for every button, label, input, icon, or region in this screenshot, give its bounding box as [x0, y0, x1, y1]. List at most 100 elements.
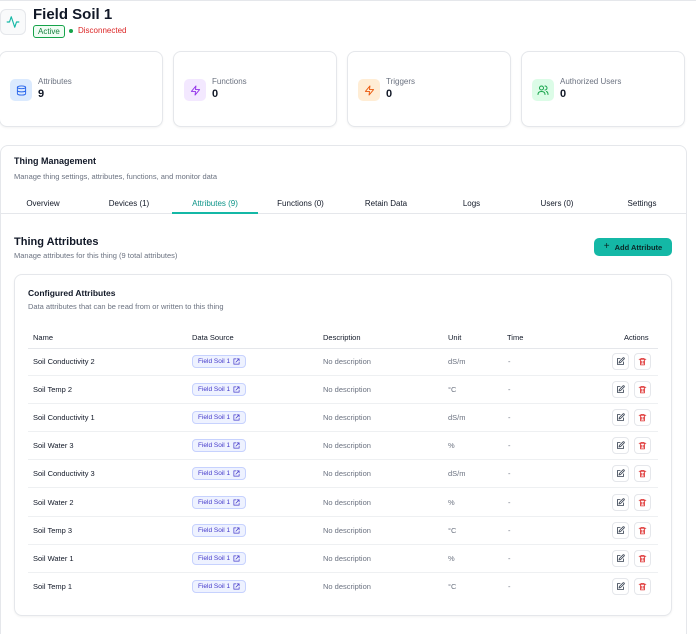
attribute-description: No description — [323, 497, 371, 507]
table-row: Soil Conductivity 2 Field Soil 1 No descri… — [28, 348, 658, 376]
tab-retain-data[interactable]: Retain Data — [343, 195, 429, 214]
attribute-description: No description — [323, 525, 371, 535]
delete-button[interactable] — [634, 409, 651, 427]
delete-button[interactable] — [634, 465, 651, 483]
delete-button[interactable] — [634, 549, 651, 567]
edit-icon — [616, 497, 625, 507]
attribute-time: - — [508, 357, 511, 366]
stat-value: 0 — [560, 88, 567, 100]
data-source-link[interactable]: Field Soil 1 — [192, 467, 247, 481]
delete-button[interactable] — [634, 437, 651, 455]
stat-label: Functions — [212, 77, 247, 86]
stat-label: Triggers — [386, 77, 416, 86]
tab-logs[interactable]: Logs — [429, 195, 514, 214]
edit-button[interactable] — [612, 465, 629, 483]
edit-button[interactable] — [612, 521, 629, 539]
attribute-time: - — [508, 385, 511, 395]
tab-attributes[interactable]: Attributes (9) — [172, 195, 258, 214]
card-title: Configured Attributes — [28, 288, 116, 298]
attribute-name: Soil Conductivity 1 — [33, 413, 95, 423]
data-source-link[interactable]: Field Soil 1 — [192, 383, 247, 397]
attribute-time: - — [508, 581, 511, 591]
data-source-label: Field Soil 1 — [198, 582, 231, 590]
column-header-time: Time — [507, 333, 524, 342]
table-row: Soil Temp 2 Field Soil 1 No description °C - — [28, 376, 658, 405]
data-source-link[interactable]: Field Soil 1 — [192, 523, 247, 537]
data-source-link[interactable]: Field Soil 1 — [192, 439, 247, 453]
external-link-icon — [233, 414, 240, 421]
stat-value: 0 — [386, 88, 393, 100]
trash-icon — [638, 526, 647, 535]
edit-icon — [616, 469, 625, 478]
tab-functions[interactable]: Functions (0) — [258, 195, 343, 214]
attribute-unit: dS/m — [448, 469, 466, 479]
stat-card-triggers: Triggers 0 — [347, 51, 511, 127]
column-header-name: Name — [33, 333, 54, 342]
panel-subtitle: Manage thing settings, attributes, funct… — [14, 172, 218, 181]
stat-label: Authorized Users — [560, 77, 622, 86]
edit-button[interactable] — [612, 577, 629, 595]
stat-value: 0 — [212, 88, 219, 100]
edit-icon — [616, 582, 625, 591]
column-header-unit: Unit — [448, 333, 462, 342]
attribute-unit: % — [448, 441, 455, 451]
users-icon — [532, 79, 554, 101]
attribute-time: - — [508, 525, 511, 535]
trash-icon — [638, 385, 647, 394]
edit-button[interactable] — [612, 409, 629, 427]
table-row: Soil Water 1 Field Soil 1 No description% - — [28, 545, 658, 573]
stat-label: Attributes — [38, 77, 72, 86]
top-divider — [0, 0, 696, 1]
attribute-time: - — [508, 413, 511, 423]
edit-button[interactable] — [612, 493, 629, 511]
delete-button[interactable] — [634, 381, 651, 399]
delete-button[interactable] — [634, 521, 651, 539]
edit-button[interactable] — [612, 381, 629, 399]
attribute-unit: % — [448, 553, 455, 563]
add-attribute-button[interactable]: + Add Attribute — [594, 238, 672, 256]
attribute-description: No description — [323, 413, 371, 423]
data-source-link[interactable]: Field Soil 1 — [192, 551, 247, 565]
trash-icon — [638, 413, 647, 422]
tab-devices[interactable]: Devices (1) — [86, 195, 172, 214]
data-source-link[interactable]: Field Soil 1 — [192, 579, 247, 593]
status-badge: Active — [33, 25, 65, 38]
table-row: Soil Temp 1 Field Soil 1 No description °C - — [28, 573, 658, 601]
trash-icon — [638, 498, 647, 507]
stat-card-authorized-users: Authorized Users 0 — [521, 51, 685, 127]
stat-card-attributes: Attributes 9 — [0, 51, 163, 127]
tab-settings[interactable]: Settings — [600, 195, 684, 214]
delete-button[interactable] — [634, 493, 651, 511]
thing-title: Field Soil 1 — [33, 6, 113, 23]
connection-dot — [69, 29, 73, 33]
trash-icon — [638, 554, 647, 563]
attribute-time: - — [508, 553, 511, 563]
delete-button[interactable] — [634, 577, 651, 595]
card-subtitle: Data attributes that can be read from or… — [28, 302, 224, 311]
data-source-label: Field Soil 1 — [198, 554, 231, 562]
edit-button[interactable] — [612, 437, 629, 455]
tab-overview[interactable]: Overview — [0, 195, 86, 214]
attribute-name: Soil Water 1 — [33, 553, 74, 563]
data-source-link[interactable]: Field Soil 1 — [192, 355, 247, 368]
trash-icon — [638, 582, 647, 591]
external-link-icon — [233, 470, 240, 477]
attribute-time: - — [508, 497, 511, 507]
data-source-label: Field Soil 1 — [198, 414, 231, 422]
edit-icon — [616, 385, 625, 394]
attribute-name: Soil Water 3 — [33, 441, 74, 451]
edit-button[interactable] — [612, 549, 629, 567]
attribute-name: Soil Temp 2 — [33, 385, 73, 395]
attribute-description: No description — [323, 553, 371, 563]
edit-icon — [616, 525, 625, 535]
delete-button[interactable] — [634, 353, 651, 370]
tab-users[interactable]: Users (0) — [514, 195, 600, 214]
data-source-label: Field Soil 1 — [198, 442, 231, 450]
stat-value: 9 — [38, 88, 45, 100]
data-source-link[interactable]: Field Soil 1 — [192, 411, 247, 425]
data-source-link[interactable]: Field Soil 1 — [192, 495, 247, 509]
attribute-name: Soil Temp 3 — [33, 525, 73, 535]
column-header-data-source: Data Source — [192, 333, 234, 342]
table-row: Soil Water 2 Field Soil 1 No description% - — [28, 489, 658, 517]
edit-button[interactable] — [612, 353, 629, 370]
